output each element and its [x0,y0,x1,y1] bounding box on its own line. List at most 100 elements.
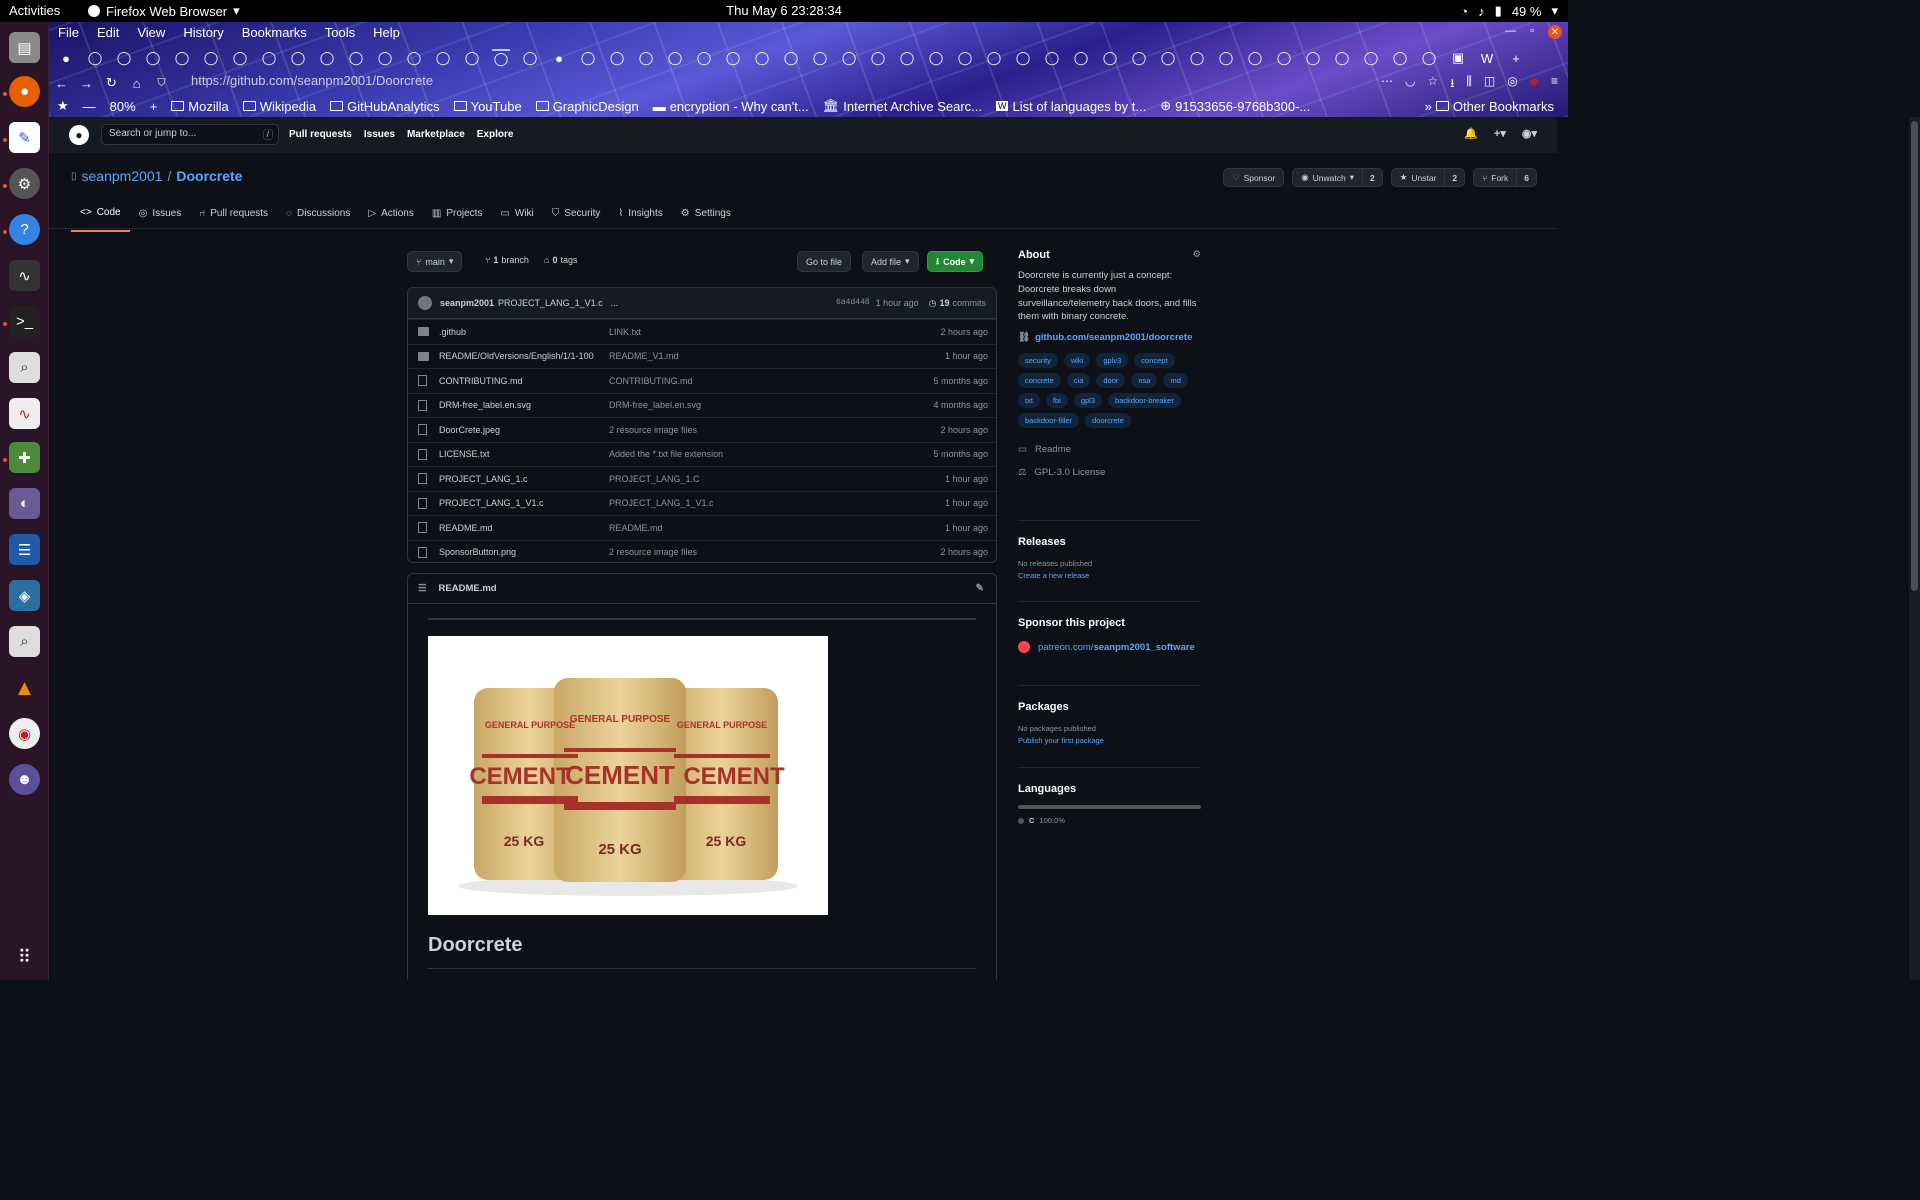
browser-tab[interactable]: ● [57,49,75,67]
table-row[interactable]: DoorCrete.jpeg 2 resource image files 2 ho… [408,417,996,442]
browser-tab[interactable]: ◯ [260,49,278,67]
add-file-button[interactable]: Add file ▾ [862,251,919,272]
browser-tab[interactable]: ◯ [927,49,945,67]
topic-tag[interactable]: nsa [1131,373,1158,389]
star-count[interactable]: 2 [1444,169,1464,186]
commit-expand[interactable]: ... [611,298,619,308]
topic-tag[interactable]: backdoor-breaker [1108,393,1181,409]
document-icon[interactable]: ☰ [9,534,40,565]
file-name[interactable]: DoorCrete.jpeg [439,425,500,435]
scrollbar-thumb[interactable] [1911,121,1918,591]
files-icon[interactable]: ▤ [9,32,40,63]
browser-tab[interactable]: ◯ [1072,49,1090,67]
file-name[interactable]: SponsorButton.png [439,547,516,557]
topic-tag[interactable]: gplv3 [1096,353,1129,369]
graph-icon[interactable]: ∿ [9,398,40,429]
patreon-link[interactable]: patreon.com/seanpm2001_software [1018,641,1201,653]
browser-tab[interactable]: ◯ [1333,49,1351,67]
browser-tab[interactable]: ◯ [144,49,162,67]
bell-icon[interactable]: 🔔 [1464,127,1478,140]
library-icon[interactable]: ⫼ [1466,74,1472,95]
code-button[interactable]: ⭳ Code ▾ [927,251,984,272]
nav-marketplace[interactable]: Marketplace [407,129,465,140]
forward-button[interactable]: → [74,76,99,91]
ublock-icon[interactable]: ◆ [1530,74,1539,95]
maximize-button[interactable]: ▫ [1530,25,1534,39]
text-editor-icon[interactable]: ✎ [9,122,40,153]
browser-tab[interactable]: ◯ [985,49,1003,67]
browser-tab[interactable]: ◯ [608,49,626,67]
pocket-icon[interactable]: ◡ [1405,74,1415,95]
file-name[interactable]: CONTRIBUTING.md [439,376,523,386]
file-name[interactable]: PROJECT_LANG_1.c [439,474,528,484]
browser-tab[interactable]: ◯ [347,49,365,67]
go-to-file-button[interactable]: Go to file [797,251,852,272]
puzzle-icon[interactable]: ✚ [9,442,40,473]
menu-icon[interactable]: ≡ [1551,74,1558,95]
browser-tab[interactable]: ◯ [1130,49,1148,67]
commit-message[interactable]: 2 resource image files [609,547,697,557]
browser-tab[interactable]: ◯ [318,49,336,67]
topic-tag[interactable]: concept [1134,353,1175,369]
browser-tab[interactable]: ◯ [1420,49,1438,67]
menu-file[interactable]: File [49,22,88,44]
star-icon[interactable]: ★ [57,98,69,114]
file-name[interactable]: README.md [439,523,493,533]
browser-tab[interactable]: ◯ [434,49,452,67]
topic-tag[interactable]: security [1018,353,1058,369]
topic-tag[interactable]: backdoor-filler [1018,413,1080,429]
user-icon[interactable]: ☻ [9,764,40,795]
search-icon[interactable]: ⌕ [9,626,40,657]
commit-message[interactable]: PROJECT_LANG_1.C [609,474,700,484]
plus-icon[interactable]: +▾ [1494,127,1506,140]
browser-tab[interactable]: ◯ [753,49,771,67]
browser-tab[interactable]: ◯ [782,49,800,67]
topic-tag[interactable]: gpl3 [1073,393,1103,409]
nav-explore[interactable]: Explore [477,129,514,140]
firefox-icon[interactable]: ● [9,76,40,107]
browser-tab[interactable]: ◯ [637,49,655,67]
table-row[interactable]: .github LINK.txt 2 hours ago [408,319,996,344]
menu-help[interactable]: Help [364,22,409,44]
settings-icon[interactable]: ⚙ [9,168,40,199]
close-button[interactable]: ✕ [1548,25,1562,39]
menu-tools[interactable]: Tools [316,22,364,44]
browser-tab[interactable]: ◯ [376,49,394,67]
help-icon[interactable]: ? [9,214,40,245]
browser-tab[interactable]: ◯ [86,49,104,67]
browser-tab[interactable]: ◯ [492,49,510,67]
file-name[interactable]: DRM-free_label.en.svg [439,400,531,410]
branch-select[interactable]: ⑂ main ▾ [407,251,463,272]
vlc-icon[interactable]: ▲ [9,672,40,703]
github-logo-icon[interactable]: ● [69,125,89,145]
more-icon[interactable]: ⋯ [1381,74,1393,95]
fork-button[interactable]: ⑂ Fork 6 [1473,168,1537,187]
website-link[interactable]: ⛓ github.com/seanpm2001/doorcrete [1018,332,1201,343]
watch-count[interactable]: 2 [1362,169,1382,186]
browser-tab[interactable]: ◯ [898,49,916,67]
browser-tab[interactable]: ◯ [1362,49,1380,67]
browser-tab[interactable]: ▣ [1449,49,1467,67]
browser-tab[interactable]: ◯ [1391,49,1409,67]
table-row[interactable]: LICENSE.txt Added the *.txt file extensio… [408,441,996,467]
language-item[interactable]: C 100.0% [1018,815,1201,827]
topic-tag[interactable]: md [1163,373,1188,389]
file-name[interactable]: PROJECT_LANG_1_V1.c [439,498,544,508]
browser-tab[interactable]: ◯ [695,49,713,67]
browser-tab[interactable]: ◯ [840,49,858,67]
commit-message[interactable]: CONTRIBUTING.md [609,376,693,386]
commits-link[interactable]: ◷ 19 commits [929,298,986,309]
browser-tab[interactable]: ◯ [1246,49,1264,67]
browser-tab[interactable]: ◯ [1101,49,1119,67]
commit-author[interactable]: seanpm2001 [440,298,494,308]
reload-button[interactable]: ↻ [99,75,124,91]
bookmark-githubanalytics[interactable]: GitHubAnalytics [330,99,440,114]
list-icon[interactable]: ☰ [418,583,427,594]
create-release-link[interactable]: Create a new release [1018,570,1201,582]
gear-icon[interactable]: ⚙ [1192,249,1201,269]
bookmark-image[interactable]: ⊕ 91533656-9768b300-... [1160,98,1310,114]
zoom-level[interactable]: 80% [110,99,136,114]
virtualbox-icon[interactable]: ◈ [9,580,40,611]
bookmark-graphicdesign[interactable]: GraphicDesign [535,99,639,114]
topic-tag[interactable]: fbi [1045,393,1068,409]
